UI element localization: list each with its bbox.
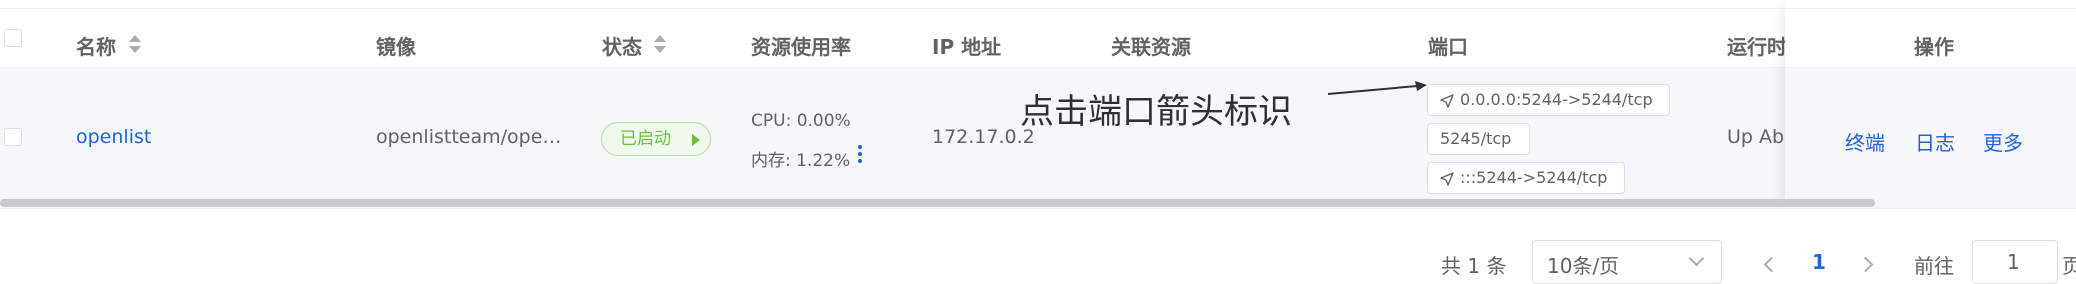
current-page-number[interactable]: 1	[1812, 250, 1826, 274]
column-header-image: 镜像	[376, 35, 416, 59]
fixed-actions-column: 操作 终端 日志 更多	[1785, 0, 2076, 210]
row-checkbox[interactable]	[4, 128, 22, 146]
cpu-usage: CPU: 0.00%	[751, 111, 851, 131]
column-header-usage: 资源使用率	[751, 35, 851, 59]
column-header-related: 关联资源	[1111, 35, 1191, 59]
column-header-actions: 操作	[1914, 35, 1954, 59]
goto-page-input[interactable]: 1	[1972, 240, 2058, 284]
goto-page-value: 1	[2007, 250, 2020, 274]
terminal-button[interactable]: 终端	[1845, 127, 1885, 156]
port-mapping: :::5244->5244/tcp	[1460, 168, 1608, 187]
navigation-arrow-icon[interactable]	[1440, 172, 1454, 186]
play-icon	[692, 134, 700, 146]
sort-icon[interactable]	[654, 35, 666, 55]
container-name-link[interactable]: openlist	[76, 126, 151, 148]
annotation-text: 点击端口箭头标识	[1020, 92, 1292, 132]
sort-icon[interactable]	[129, 35, 141, 55]
chevron-down-icon	[1688, 250, 1705, 267]
actions-header: 操作	[1785, 9, 2076, 68]
port-mapping: 5245/tcp	[1440, 129, 1512, 148]
select-all-checkbox[interactable]	[4, 29, 22, 47]
annotation-arrow	[1327, 81, 1427, 95]
port-tag: 5245/tcp	[1427, 123, 1530, 155]
status-label: 已启动	[620, 129, 671, 149]
port-tag[interactable]: 0.0.0.0:5244->5244/tcp	[1427, 84, 1670, 116]
page-size-select[interactable]: 10条/页	[1532, 240, 1722, 284]
chevron-right-icon[interactable]	[1857, 256, 1874, 273]
port-tag[interactable]: :::5244->5244/tcp	[1427, 162, 1625, 194]
image-name: openlistteam/ope…	[376, 126, 562, 148]
horizontal-scrollbar[interactable]	[0, 199, 1875, 207]
column-header-runtime: 运行时	[1727, 35, 1787, 59]
more-vertical-icon[interactable]	[857, 144, 863, 164]
memory-usage: 内存: 1.22%	[751, 151, 851, 171]
chevron-left-icon[interactable]	[1763, 256, 1780, 273]
logs-button[interactable]: 日志	[1915, 127, 1955, 156]
status-badge[interactable]: 已启动	[601, 122, 711, 156]
port-mapping: 0.0.0.0:5244->5244/tcp	[1460, 90, 1653, 109]
table-header: 名称 镜像 状态 资源使用率 IP 地址 关联资源 端口 运行时	[0, 9, 2076, 68]
column-header-name[interactable]: 名称	[76, 31, 116, 60]
column-header-ip: IP 地址	[932, 35, 1002, 59]
navigation-arrow-icon[interactable]	[1440, 94, 1454, 108]
column-header-status[interactable]: 状态	[602, 31, 642, 60]
more-button[interactable]: 更多	[1983, 127, 2023, 156]
column-header-ports: 端口	[1428, 35, 1468, 59]
